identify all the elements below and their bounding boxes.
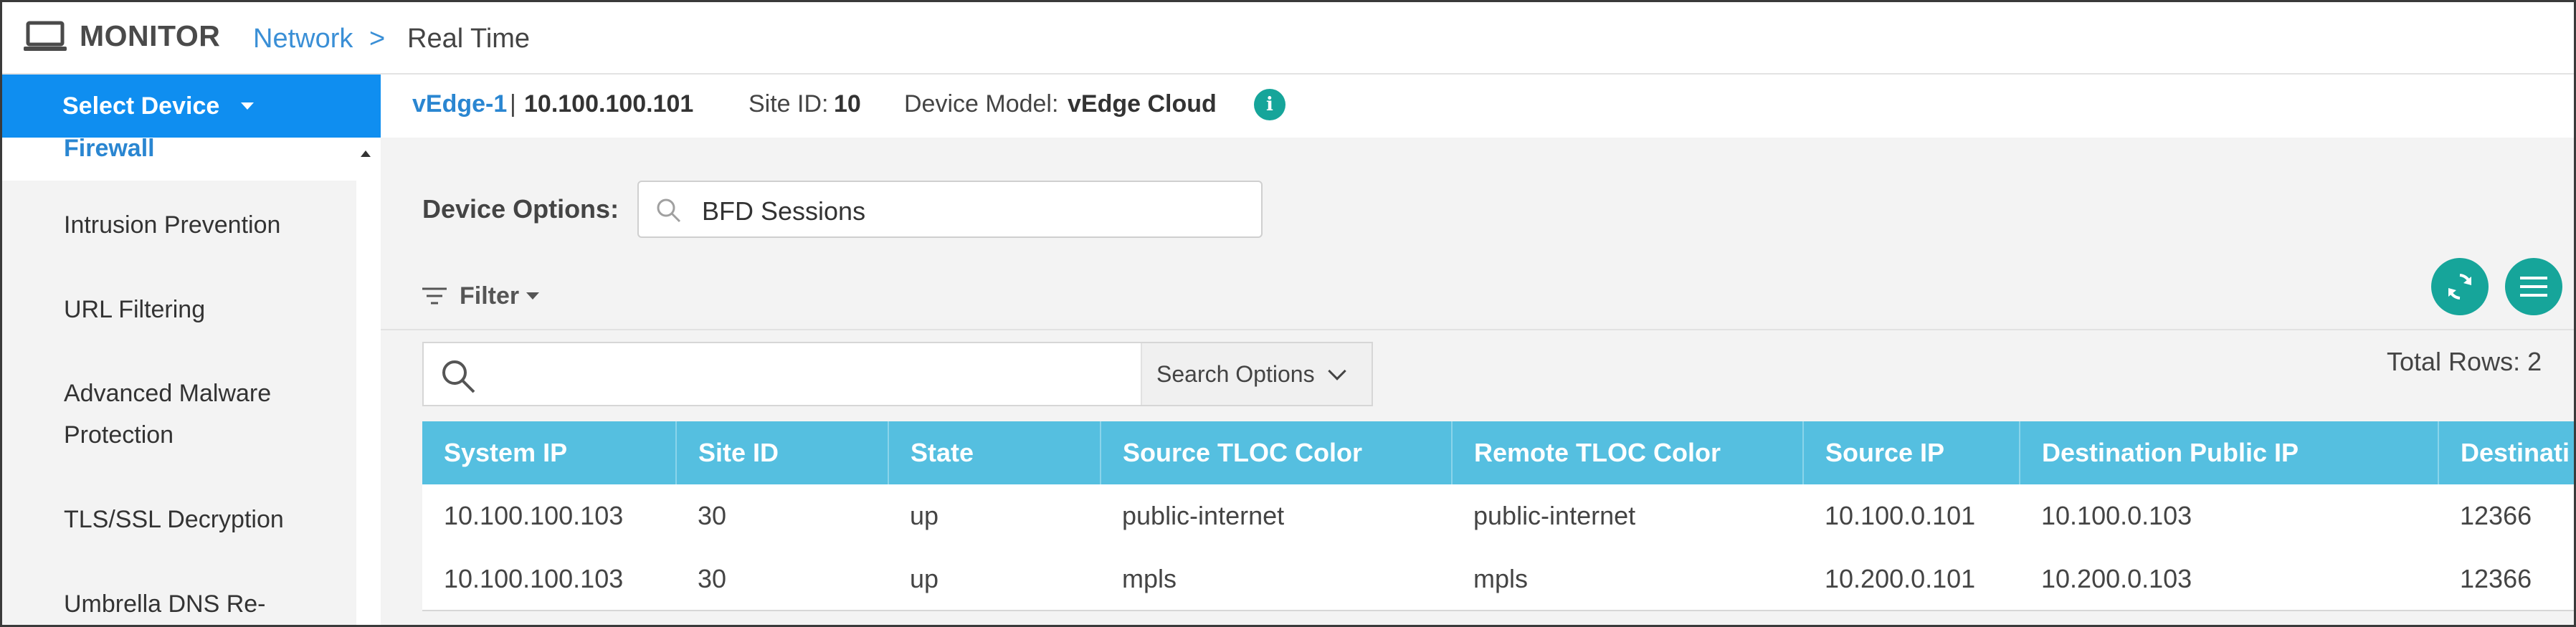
device-info-bar: vEdge-1 | 10.100.100.101 Site ID: 10 Dev… [381,75,2574,138]
search-options-dropdown[interactable]: Search Options [1141,343,1372,405]
sidebar-item-advanced-malware-line2[interactable]: Protection [64,414,174,456]
column-header-state[interactable]: State [888,421,1101,484]
table-cell: 30 [676,484,888,547]
column-header-source-tloc-color[interactable]: Source TLOC Color [1101,421,1453,484]
column-header-source-ip[interactable]: Source IP [1803,421,2020,484]
table-cell: public-internet [1101,484,1452,547]
breadcrumb-current: Real Time [407,24,531,54]
hamburger-menu-icon [2520,277,2547,297]
column-header-system-ip[interactable]: System IP [422,421,677,484]
sidebar-item-intrusion-prevention[interactable]: Intrusion Prevention [64,204,280,246]
device-name-link[interactable]: vEdge-1 [412,90,507,118]
table-cell: 12366 [2438,547,2574,611]
app-frame: MONITOR Network > Real Time Select Devic… [0,0,2576,627]
table-header-row: System IP Site ID State Source TLOC Colo… [422,421,2574,484]
device-model-value: vEdge Cloud [1068,90,1217,118]
column-header-destination-public-ip[interactable]: Destination Public IP [2020,421,2439,484]
device-options-select[interactable]: BFD Sessions [637,181,1263,238]
sidebar-list: Firewall Intrusion Prevention URL Filter… [2,135,356,625]
filter-lines-icon [422,287,447,305]
column-header-remote-tloc-color[interactable]: Remote TLOC Color [1452,421,1804,484]
table-cell: 10.200.0.103 [2020,547,2438,611]
column-header-site-id[interactable]: Site ID [676,421,889,484]
main-content: Device Options: BFD Sessions Filter Sear… [381,138,2574,625]
sidebar-item-umbrella-dns[interactable]: Umbrella DNS Re- [64,583,266,625]
search-icon [442,360,475,393]
sidebar-item-firewall[interactable]: Firewall [2,135,356,181]
sidebar-item-label: Firewall [64,135,155,162]
table-cell: 10.100.100.103 [422,484,676,547]
table-cell: mpls [1452,547,1803,611]
page-title: MONITOR [80,19,221,52]
section-divider [381,329,2574,330]
table-cell: 10.200.0.101 [1803,547,2020,611]
table-cell: 10.100.0.101 [1803,484,2020,547]
device-info-separator: | [510,90,516,118]
sidebar-item-url-filtering[interactable]: URL Filtering [64,289,205,330]
breadcrumb-separator: > [369,24,386,54]
caret-down-icon [526,292,540,300]
caret-down-icon [241,102,255,110]
column-header-destination-port[interactable]: Destinati [2438,421,2574,484]
table-cell: up [888,547,1101,611]
site-id-label: Site ID: [748,90,829,118]
table-cell: mpls [1101,547,1452,611]
sidebar-item-tls-ssl-decryption[interactable]: TLS/SSL Decryption [64,499,284,540]
refresh-icon [2448,274,2471,300]
table-cell: up [888,484,1101,547]
refresh-button[interactable] [2431,258,2489,315]
site-id-value: 10 [834,90,861,118]
scroll-up-arrow-icon[interactable] [361,150,371,157]
table-cell: 10.100.100.103 [422,547,676,611]
device-options-value: BFD Sessions [702,196,866,226]
search-icon [657,198,681,223]
table-search-box: Search Options [422,342,1373,406]
sidebar-item-advanced-malware[interactable]: Advanced Malware [64,373,271,414]
total-rows-count: Total Rows: 2 [2387,347,2542,376]
table-row[interactable]: 10.100.100.103 30 up public-internet pub… [422,484,2574,547]
monitor-icon [24,21,67,51]
table-cell: 10.100.0.103 [2020,484,2438,547]
sidebar: Select Device Firewall Intrusion Prevent… [2,75,381,625]
device-model-label: Device Model: [904,90,1059,118]
bfd-sessions-table: System IP Site ID State Source TLOC Colo… [422,421,2574,625]
search-options-label: Search Options [1156,360,1315,387]
info-icon[interactable]: i [1254,89,1285,120]
menu-button[interactable] [2505,258,2562,315]
filter-button[interactable]: Filter [422,278,540,314]
sidebar-scrollbar[interactable] [356,138,381,625]
table-cell: 12366 [2438,484,2574,547]
device-ip: 10.100.100.101 [524,90,694,118]
select-device-button[interactable]: Select Device [2,75,381,138]
chevron-down-icon [1327,362,1346,380]
breadcrumb-network-link[interactable]: Network [253,24,353,54]
select-device-label: Select Device [62,92,220,120]
table-search-input[interactable] [488,350,1155,398]
device-options-label: Device Options: [422,194,619,224]
table-row[interactable]: 10.100.100.103 30 up mpls mpls 10.200.0.… [422,547,2574,611]
top-bar: MONITOR Network > Real Time [2,2,2574,75]
table-cell: public-internet [1452,484,1803,547]
filter-label: Filter [460,282,520,310]
table-cell: 30 [676,547,888,611]
